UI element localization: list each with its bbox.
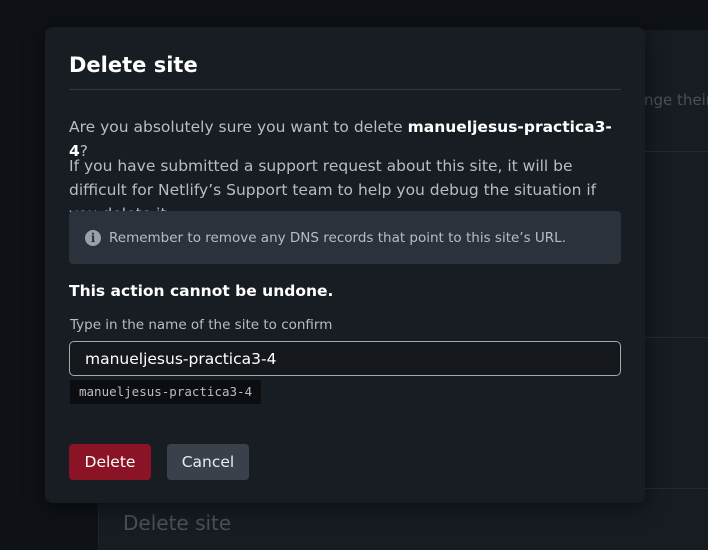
background-divider bbox=[644, 151, 708, 152]
delete-button[interactable]: Delete bbox=[69, 444, 151, 480]
cancel-button[interactable]: Cancel bbox=[167, 444, 249, 480]
dialog-divider bbox=[69, 89, 621, 90]
background-divider bbox=[644, 488, 708, 489]
dialog-title: Delete site bbox=[69, 53, 198, 77]
delete-site-dialog: Delete site Are you absolutely sure you … bbox=[45, 27, 645, 503]
confirm-site-name-input[interactable] bbox=[69, 341, 621, 376]
irreversible-warning: This action cannot be undone. bbox=[69, 282, 333, 300]
site-name-hint: manueljesus-practica3-4 bbox=[70, 380, 261, 404]
dns-info-callout: i Remember to remove any DNS records tha… bbox=[69, 211, 621, 264]
info-icon: i bbox=[85, 230, 101, 246]
background-heading: Delete site bbox=[123, 511, 231, 535]
question-prefix: Are you absolutely sure you want to dele… bbox=[69, 118, 408, 136]
confirm-field-label: Type in the name of the site to confirm bbox=[70, 317, 332, 333]
background-divider bbox=[644, 337, 708, 338]
background-text: nge their bbox=[644, 91, 708, 109]
info-text: Remember to remove any DNS records that … bbox=[109, 230, 566, 246]
